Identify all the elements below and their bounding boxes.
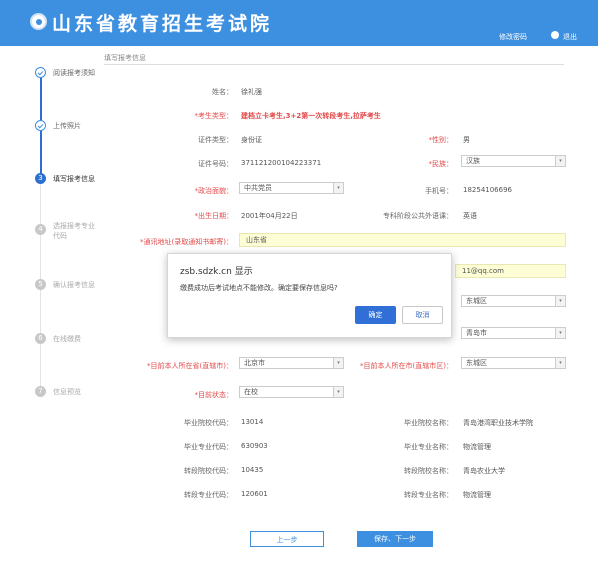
- birth-label: *出生日期：: [194, 212, 234, 220]
- step-number: 7: [35, 386, 46, 397]
- politics-select[interactable]: 中共党员 ▾: [239, 182, 344, 194]
- transfer-major-name-value: 物流管理: [463, 491, 491, 499]
- site-title: 山东省教育招生考试院: [52, 13, 273, 35]
- chevron-down-icon: ▾: [555, 328, 565, 338]
- transfer-major-code-label: 转段专业代码：: [184, 491, 233, 499]
- logo-icon: [30, 13, 47, 30]
- current-city-select[interactable]: 东城区 ▾: [461, 357, 566, 369]
- grad-code-label: 毕业院校代码：: [184, 419, 233, 427]
- transfer-school-code-value: 10435: [241, 466, 264, 474]
- confirm-dialog: zsb.sdzk.cn 显示 缴费成功后考试地点不能修改。确定要保存信息吗? 确…: [167, 253, 452, 338]
- step-number: 5: [35, 279, 46, 290]
- section-title: 填写报考信息: [104, 54, 146, 62]
- gender-label: *性别：: [428, 136, 454, 144]
- foreign-lang-label: 专科阶段公共外语课：: [383, 212, 453, 220]
- birth-value: 2001年04月22日: [241, 212, 298, 220]
- step-label: 确认报考信息: [53, 281, 95, 289]
- top-header: 山东省教育招生考试院 修改密码 退出: [0, 0, 598, 46]
- grad-code-value: 13014: [241, 418, 264, 426]
- major-name-value: 物流管理: [463, 443, 491, 451]
- chevron-down-icon: ▾: [555, 358, 565, 368]
- email-input[interactable]: 11@qq.com: [455, 264, 566, 278]
- phone-value: 18254106696: [463, 186, 512, 194]
- save-next-button[interactable]: 保存、下一步: [357, 531, 433, 547]
- step-label: 阅读报考须知: [53, 69, 95, 77]
- type-label: *考生类型：: [194, 112, 234, 120]
- logout-icon[interactable]: [551, 31, 559, 39]
- address-label: *通讯地址(录取通知书邮寄)：: [140, 238, 233, 246]
- phone-label: 手机号：: [425, 187, 453, 195]
- step-number: 6: [35, 333, 46, 344]
- prev-step-button[interactable]: 上一步: [250, 531, 324, 547]
- step-label: 在线缴费: [53, 335, 81, 343]
- change-password-link[interactable]: 修改密码: [499, 32, 527, 42]
- grad-name-value: 青岛港湾职业技术学院: [463, 419, 533, 427]
- chevron-down-icon: ▾: [555, 296, 565, 306]
- gender-value: 男: [463, 136, 470, 144]
- transfer-major-name-label: 转段专业名称：: [404, 491, 453, 499]
- transfer-school-name-label: 转段院校名称：: [404, 467, 453, 475]
- type-value: 建档立卡考生,3+2第一次转段考生,拉萨考生: [241, 112, 381, 120]
- chevron-down-icon: ▾: [333, 183, 343, 193]
- transfer-school-code-label: 转段院校代码：: [184, 467, 233, 475]
- dialog-title: zsb.sdzk.cn 显示: [180, 267, 253, 277]
- step-number: 4: [35, 224, 46, 235]
- ethnic-label: *民族：: [428, 160, 454, 168]
- province-select[interactable]: 北京市 ▾: [239, 357, 344, 369]
- status-select[interactable]: 在校 ▾: [239, 386, 344, 398]
- step-label: 上传照片: [53, 122, 81, 130]
- chevron-down-icon: ▾: [333, 387, 343, 397]
- district-select[interactable]: 东城区 ▾: [461, 295, 566, 307]
- dialog-message: 缴费成功后考试地点不能修改。确定要保存信息吗?: [180, 284, 338, 292]
- chevron-down-icon: ▾: [333, 358, 343, 368]
- major-name-label: 毕业专业名称：: [404, 443, 453, 451]
- transfer-school-name-value: 青岛农业大学: [463, 467, 505, 475]
- major-code-value: 630903: [241, 442, 268, 450]
- address-input[interactable]: 山东省: [239, 233, 566, 247]
- section-divider: [104, 64, 564, 65]
- id-type-value: 身份证: [241, 136, 262, 144]
- name-value: 徐礼强: [241, 88, 262, 96]
- province-label: *目前本人所在省(直辖市)：: [147, 362, 233, 370]
- check-icon: [35, 67, 46, 78]
- id-number-value: 371121200104223371: [241, 159, 322, 167]
- major-code-label: 毕业专业代码：: [184, 443, 233, 451]
- chevron-down-icon: ▾: [555, 156, 565, 166]
- status-label: *目前状态：: [194, 391, 234, 399]
- step-number: 3: [35, 173, 46, 184]
- name-label: 姓名：: [212, 88, 233, 96]
- politics-label: *政治面貌：: [194, 187, 234, 195]
- ethnic-select[interactable]: 汉族 ▾: [461, 155, 566, 167]
- logout-link[interactable]: 退出: [563, 32, 577, 42]
- transfer-major-code-value: 120601: [241, 490, 268, 498]
- dialog-cancel-button[interactable]: 取消: [402, 306, 443, 324]
- id-number-label: 证件号码：: [198, 160, 233, 168]
- dialog-ok-button[interactable]: 确定: [355, 306, 396, 324]
- foreign-lang-value: 英语: [463, 212, 477, 220]
- id-type-label: 证件类型：: [198, 136, 233, 144]
- check-icon: [35, 120, 46, 131]
- step-label: 选报报考专业 代码: [53, 222, 95, 240]
- step-label: 填写报考信息: [53, 175, 95, 183]
- grad-name-label: 毕业院校名称：: [404, 419, 453, 427]
- city-select[interactable]: 青岛市 ▾: [461, 327, 566, 339]
- current-city-label: *目前本人所在市(直辖市区)：: [360, 362, 453, 370]
- step-label: 信息预览: [53, 388, 81, 396]
